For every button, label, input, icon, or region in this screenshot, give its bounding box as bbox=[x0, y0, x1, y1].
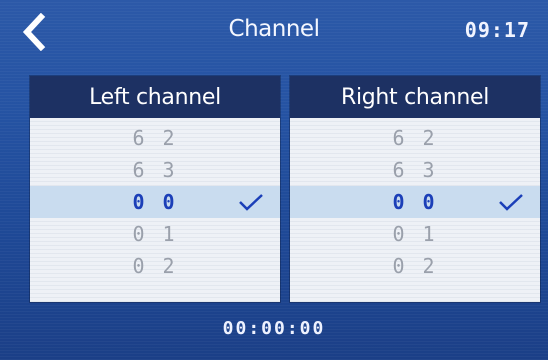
left-channel-item[interactable]: 0 2 bbox=[30, 250, 280, 282]
channel-number: 6 2 bbox=[132, 126, 178, 150]
channel-number: 0 0 bbox=[132, 190, 178, 214]
left-channel-item-selected[interactable]: 0 0 bbox=[30, 186, 280, 218]
check-icon bbox=[239, 194, 263, 211]
channel-screen: Channel 09:17 Left channel 6 2 6 3 0 0 0… bbox=[0, 0, 548, 360]
right-channel-item[interactable]: 6 3 bbox=[290, 154, 540, 186]
elapsed-timer: 00:00:00 bbox=[222, 318, 326, 339]
right-channel-list[interactable]: 6 2 6 3 0 0 0 1 0 2 bbox=[290, 118, 540, 302]
left-channel-item[interactable]: 6 3 bbox=[30, 154, 280, 186]
channel-number: 0 0 bbox=[392, 190, 438, 214]
left-channel-list[interactable]: 6 2 6 3 0 0 0 1 0 2 bbox=[30, 118, 280, 302]
channel-number: 0 2 bbox=[392, 254, 438, 278]
right-channel-item-selected[interactable]: 0 0 bbox=[290, 186, 540, 218]
right-channel-header: Right channel bbox=[290, 76, 540, 118]
channel-number: 0 1 bbox=[132, 222, 178, 246]
channel-number: 6 3 bbox=[392, 158, 438, 182]
left-channel-item[interactable]: 6 2 bbox=[30, 122, 280, 154]
clock: 09:17 bbox=[464, 18, 530, 42]
right-channel-item[interactable]: 0 1 bbox=[290, 218, 540, 250]
right-channel-panel: Right channel 6 2 6 3 0 0 0 1 0 2 bbox=[290, 76, 540, 302]
header-bar: Channel 09:17 bbox=[0, 0, 548, 68]
left-channel-item[interactable]: 0 1 bbox=[30, 218, 280, 250]
check-icon bbox=[499, 194, 523, 211]
channel-number: 0 2 bbox=[132, 254, 178, 278]
right-channel-item[interactable]: 6 2 bbox=[290, 122, 540, 154]
channel-number: 0 1 bbox=[392, 222, 438, 246]
left-channel-panel: Left channel 6 2 6 3 0 0 0 1 0 2 bbox=[30, 76, 280, 302]
right-channel-item[interactable]: 0 2 bbox=[290, 250, 540, 282]
channel-number: 6 2 bbox=[392, 126, 438, 150]
left-channel-header: Left channel bbox=[30, 76, 280, 118]
channel-number: 6 3 bbox=[132, 158, 178, 182]
